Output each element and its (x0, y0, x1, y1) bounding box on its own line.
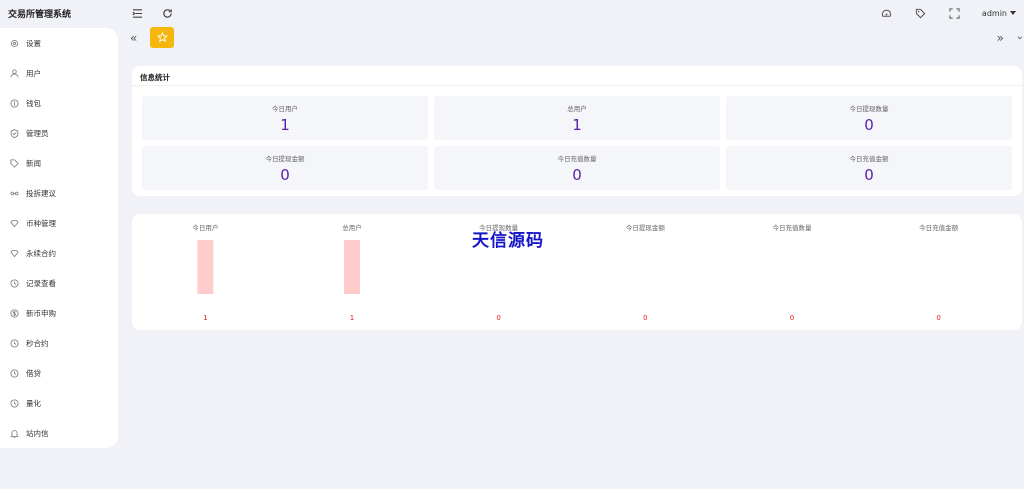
chart-category-label: 今日充值金额 (919, 223, 959, 232)
tabs-dropdown-icon[interactable]: ⌄ (1016, 31, 1024, 42)
user-icon (10, 68, 19, 78)
clock-icon (10, 368, 19, 378)
user-name: admin (981, 8, 1007, 18)
sidebar-item-label: 永续合约 (26, 248, 56, 258)
wallet-icon (10, 98, 19, 108)
clock-icon (10, 278, 19, 288)
chart-bar (197, 240, 214, 294)
sidebar-item-label: 钱包 (26, 98, 41, 108)
chart-value-label: 1 (203, 314, 207, 322)
sidebar-item[interactable]: 新闻 (0, 148, 118, 178)
chart-bar (344, 240, 360, 294)
stat-box: 今日用户 1 (142, 96, 428, 140)
sidebar-item[interactable]: 秒合约 (0, 328, 118, 358)
stat-value: 0 (864, 116, 874, 134)
clock-icon (10, 338, 19, 348)
chart-value-label: 0 (496, 314, 500, 322)
link-icon (10, 189, 19, 198)
stat-value: 1 (280, 116, 290, 134)
sidebar-item-label: 站内信 (26, 428, 49, 438)
stat-box: 总用户 1 (434, 96, 720, 140)
stats-chart: 今日用户 1 总用户 1 今日提现数量 0 今日提现金额 0 今日充值数量 0 今日充值金额 0 (132, 214, 1022, 330)
toolbar-left (130, 6, 174, 20)
stat-label: 今日提现数量 (849, 105, 889, 113)
sidebar-item-label: 投拆建议 (26, 188, 56, 198)
sidebar-item[interactable]: 投拆建议 (0, 178, 118, 208)
sidebar-item-label: 秒合约 (26, 338, 49, 348)
menu-collapse-icon[interactable] (130, 6, 144, 20)
sidebar-item-label: 新闻 (26, 158, 41, 168)
user-menu[interactable]: admin (982, 9, 1016, 18)
stat-box: 今日充值数量 0 (434, 146, 720, 190)
sidebar-item[interactable]: 借贷 (0, 358, 118, 388)
chart-category-label: 今日用户 (192, 223, 218, 232)
stats-card: 信息统计 今日用户 1 总用户 1 今日提现数量 0 今日提现金额 0 今日充值数量 0 今日充值金… (132, 66, 1022, 196)
tag-icon (10, 158, 19, 168)
refresh-icon[interactable] (160, 6, 174, 20)
fullscreen-icon[interactable] (948, 6, 962, 20)
dollar-icon (10, 308, 19, 318)
stat-value: 0 (280, 166, 290, 184)
chart-value-label: 0 (643, 314, 647, 322)
chart-value-label: 0 (790, 314, 794, 322)
tab-home[interactable] (150, 27, 174, 48)
sidebar-item-label: 量化 (26, 398, 41, 408)
sidebar-item[interactable]: 量化 (0, 388, 118, 418)
tabs-next-icon[interactable]: » (997, 31, 1004, 45)
gear-icon (10, 39, 19, 48)
clock-icon (10, 398, 19, 408)
sidebar-item-label: 借贷 (26, 368, 41, 378)
shield-icon (10, 128, 19, 138)
stat-value: 0 (864, 166, 874, 184)
chevron-down-icon (1010, 11, 1016, 15)
chart-category-label: 今日充值数量 (773, 223, 813, 232)
sidebar-item[interactable]: 钱包 (0, 88, 118, 118)
chart-category-label: 今日提现金额 (626, 223, 666, 232)
sidebar-item[interactable]: 管理员 (0, 118, 118, 148)
sidebar-item[interactable]: 币种管理 (0, 208, 118, 238)
tag-icon[interactable] (914, 6, 928, 20)
sidebar-item-label: 设置 (26, 38, 41, 48)
toolbar-right: admin (880, 6, 1016, 20)
stat-label: 今日提现金额 (265, 155, 305, 163)
stat-label: 今日充值数量 (557, 155, 597, 163)
sidebar-item-label: 管理员 (26, 128, 49, 138)
watermark: 天信源码 (472, 231, 544, 251)
stat-value: 0 (572, 166, 582, 184)
sidebar: 设置用户钱包管理员新闻投拆建议币种管理永续合约记录查看新币申购秒合约借贷量化站内… (0, 28, 118, 448)
home-icon (156, 32, 168, 43)
chart-value-label: 1 (350, 314, 354, 322)
sidebar-item[interactable]: 用户 (0, 58, 118, 88)
chart-category-label: 总用户 (342, 223, 362, 232)
chart-value-label: 0 (936, 314, 940, 322)
sidebar-item[interactable]: 永续合约 (0, 238, 118, 268)
theme-icon[interactable] (880, 6, 894, 20)
stat-label: 今日用户 (272, 105, 298, 113)
stat-box: 今日提现金额 0 (142, 146, 428, 190)
sidebar-item-label: 用户 (26, 68, 41, 78)
sidebar-item-label: 币种管理 (26, 218, 56, 228)
stats-title: 信息统计 (132, 66, 1022, 86)
sidebar-item[interactable]: 设置 (0, 28, 118, 58)
app-title: 交易所管理系统 (8, 10, 72, 20)
diamond-icon (10, 249, 19, 258)
stat-label: 总用户 (567, 105, 587, 113)
sidebar-item[interactable]: 站内信 (0, 418, 118, 448)
bar-chart: 今日用户1总用户1今日提现数量0今日提现金额0今日充值数量0今日充值金额0 (192, 223, 959, 322)
stat-box: 今日提现数量 0 (726, 96, 1012, 140)
bell-icon (10, 429, 19, 438)
sidebar-item-label: 新币申购 (26, 308, 56, 318)
tabs-prev-icon[interactable]: « (130, 31, 137, 45)
sidebar-item[interactable]: 记录查看 (0, 268, 118, 298)
tabs-bar: « » ⌄ (130, 27, 1024, 49)
sidebar-item-label: 记录查看 (26, 278, 56, 288)
stat-value: 1 (572, 116, 582, 134)
diamond-icon (10, 219, 19, 228)
stat-label: 今日充值金额 (849, 155, 889, 163)
sidebar-item[interactable]: 新币申购 (0, 298, 118, 328)
stat-box: 今日充值金额 0 (726, 146, 1012, 190)
